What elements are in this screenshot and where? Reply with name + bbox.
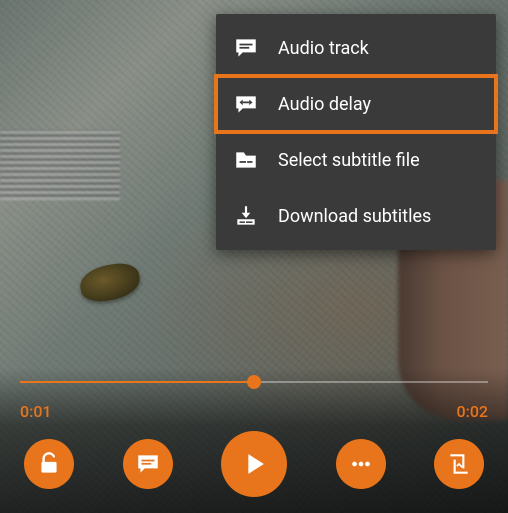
play-icon: [237, 447, 271, 481]
player-controls: 0:01 0:02: [0, 368, 508, 513]
more-horizontal-icon: [348, 451, 374, 477]
speech-lines-icon: [232, 34, 260, 62]
seek-progress: [20, 381, 254, 383]
folder-icon: [232, 146, 260, 174]
menu-item-label: Audio track: [278, 38, 369, 59]
speech-arrows-icon: [232, 90, 260, 118]
menu-item-label: Select subtitle file: [278, 150, 420, 171]
current-time: 0:01: [20, 402, 52, 421]
more-button[interactable]: [336, 439, 386, 489]
audio-subtitle-menu: Audio track Audio delay Select subtitle …: [216, 14, 496, 250]
menu-item-select-subtitle-file[interactable]: Select subtitle file: [216, 132, 496, 188]
menu-item-download-subtitles[interactable]: Download subtitles: [216, 188, 496, 244]
menu-item-label: Download subtitles: [278, 206, 431, 227]
crop-button[interactable]: [434, 439, 484, 489]
menu-item-audio-track[interactable]: Audio track: [216, 20, 496, 76]
time-row: 0:01 0:02: [20, 402, 488, 421]
download-icon: [232, 202, 260, 230]
play-button[interactable]: [221, 431, 287, 497]
duration: 0:02: [457, 402, 489, 421]
subtitles-button[interactable]: [123, 439, 173, 489]
seek-bar[interactable]: [20, 368, 488, 396]
menu-item-audio-delay[interactable]: Audio delay: [216, 76, 496, 132]
crop-icon: [446, 451, 472, 477]
seek-thumb[interactable]: [247, 375, 261, 389]
menu-item-label: Audio delay: [278, 94, 371, 115]
lock-button[interactable]: [24, 439, 74, 489]
unlock-icon: [36, 451, 62, 477]
decoration: [77, 260, 142, 305]
button-row: [20, 431, 488, 497]
speech-lines-icon: [135, 451, 161, 477]
